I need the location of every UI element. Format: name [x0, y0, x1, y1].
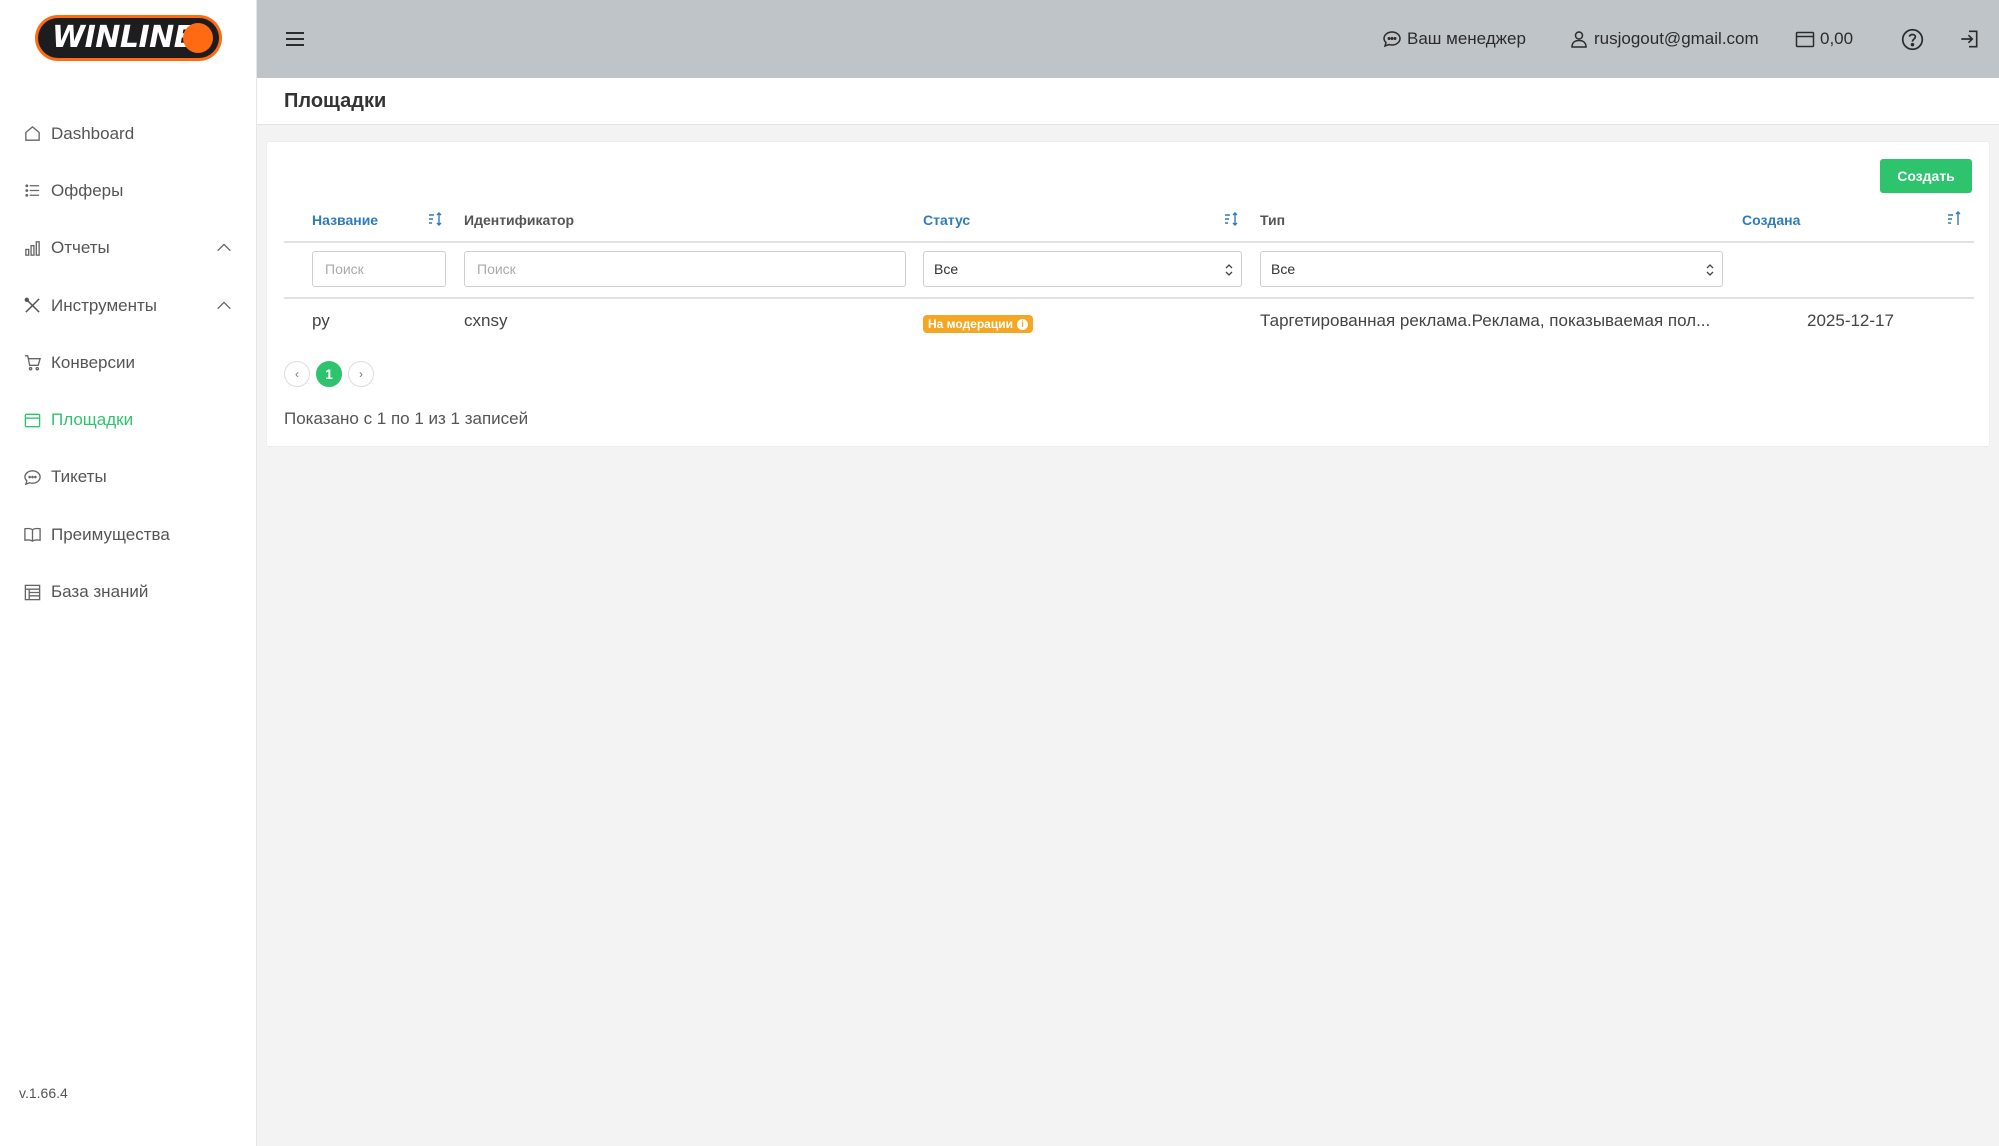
logout-button[interactable] [1958, 0, 1985, 78]
app-version: v.1.66.4 [19, 1085, 68, 1101]
name-search-input[interactable] [312, 251, 446, 287]
page-title: Площадки [284, 90, 387, 112]
status-badge-label: На модерации [928, 317, 1013, 331]
table-icon [24, 584, 41, 600]
window-icon [24, 413, 41, 427]
sidebar-item-label: Конверсии [51, 352, 135, 372]
sidebar-item-label: База знаний [51, 582, 149, 602]
column-header-status[interactable]: Статус [923, 212, 970, 228]
cell-name: ру [312, 311, 330, 330]
manager-label: Ваш менеджер [1407, 29, 1526, 48]
page-header: Площадки [257, 78, 1999, 125]
sidebar-item-label: Инструменты [51, 295, 158, 315]
user-profile-link[interactable]: rusjogout@gmail.com [1569, 0, 1759, 78]
balance-value: 0,00 [1820, 29, 1854, 48]
sidebar-item-benefits[interactable]: Преимущества [0, 506, 257, 563]
type-filter-value: Все [1271, 261, 1296, 277]
cell-type: Таргетированная реклама.Реклама, показыв… [1260, 311, 1711, 330]
cart-icon [24, 355, 41, 371]
select-arrows-icon [1225, 264, 1233, 276]
sidebar-item-offers[interactable]: Офферы [0, 162, 257, 219]
logo-inner: WINLINE [38, 18, 219, 58]
sidebar-item-reports[interactable]: Отчеты [0, 220, 257, 277]
pagination-prev-button[interactable]: ‹ [284, 361, 310, 387]
sort-icon[interactable] [1946, 211, 1964, 227]
chevron-up-icon[interactable] [215, 239, 233, 257]
sort-icon[interactable] [427, 211, 445, 227]
sidebar-item-label: Офферы [51, 180, 124, 200]
logo-dot [183, 23, 213, 53]
sidebar-item-label: Площадки [51, 410, 134, 430]
sidebar-item-dashboard[interactable]: Dashboard [0, 105, 257, 162]
sidebar-item-label: Преимущества [51, 524, 170, 544]
home-icon [25, 126, 40, 141]
chat-icon [24, 470, 41, 486]
hamburger-menu-icon[interactable] [283, 27, 307, 51]
chat-icon [1383, 31, 1401, 48]
sort-icon[interactable] [1223, 211, 1241, 227]
winline-logo[interactable]: WINLINE [35, 15, 222, 61]
chevron-up-icon[interactable] [215, 297, 233, 315]
bar-chart-icon [25, 240, 40, 256]
info-icon[interactable]: i [1017, 318, 1028, 330]
column-header-type: Тип [1260, 212, 1286, 228]
user-email: rusjogout@gmail.com [1594, 29, 1759, 48]
cell-identifier: cxnsy [464, 311, 508, 330]
column-header-identifier: Идентификатор [464, 212, 575, 228]
sidebar-item-tools[interactable]: Инструменты [0, 277, 257, 334]
type-filter-select[interactable]: Все [1260, 251, 1723, 287]
sidebar-item-label: Отчеты [51, 238, 110, 258]
list-icon [25, 184, 40, 198]
create-button[interactable]: Создать [1880, 159, 1972, 193]
records-summary: Показано с 1 по 1 из 1 записей [284, 409, 529, 428]
select-arrows-icon [1706, 264, 1714, 276]
user-icon [1571, 31, 1587, 48]
logout-icon [1961, 30, 1978, 48]
status-filter-value: Все [934, 261, 959, 277]
sidebar-item-label: Dashboard [51, 123, 135, 143]
sidebar-nav: Dashboard Офферы Отчеты Инструменты Конв… [0, 105, 257, 621]
sidebar-item-conversions[interactable]: Конверсии [0, 334, 257, 391]
sidebar: WINLINE Dashboard Офферы Отчеты Инструме… [0, 0, 257, 1146]
sidebar-item-tickets[interactable]: Тикеты [0, 449, 257, 506]
filter-divider [284, 297, 1974, 299]
column-header-name[interactable]: Название [312, 212, 378, 228]
pagination-page-1[interactable]: 1 [316, 361, 342, 387]
balance-link[interactable]: 0,00 [1795, 0, 1853, 78]
status-badge: На модерации i [923, 315, 1033, 333]
topbar: Ваш менеджер rusjogout@gmail.com 0,00 [257, 0, 1999, 78]
help-button[interactable] [1901, 0, 1929, 78]
platforms-card: Создать Название Идентификатор Статус Ти… [266, 141, 1990, 447]
logo-text: WINLINE [52, 20, 194, 55]
sidebar-item-label: Тикеты [51, 467, 107, 487]
header-divider [284, 241, 1974, 243]
book-icon [24, 528, 41, 543]
identifier-search-input[interactable] [464, 251, 906, 287]
column-header-created[interactable]: Создана [1742, 212, 1800, 228]
sidebar-item-platforms[interactable]: Площадки [0, 391, 257, 448]
help-icon [1901, 28, 1924, 50]
wallet-icon [1795, 31, 1815, 48]
pagination-next-button[interactable]: › [348, 361, 374, 387]
status-filter-select[interactable]: Все [923, 251, 1242, 287]
tools-icon [24, 297, 40, 313]
sidebar-item-knowledge-base[interactable]: База знаний [0, 563, 257, 620]
manager-link[interactable]: Ваш менеджер [1382, 0, 1526, 78]
cell-created: 2025-12-17 [1807, 311, 1894, 330]
